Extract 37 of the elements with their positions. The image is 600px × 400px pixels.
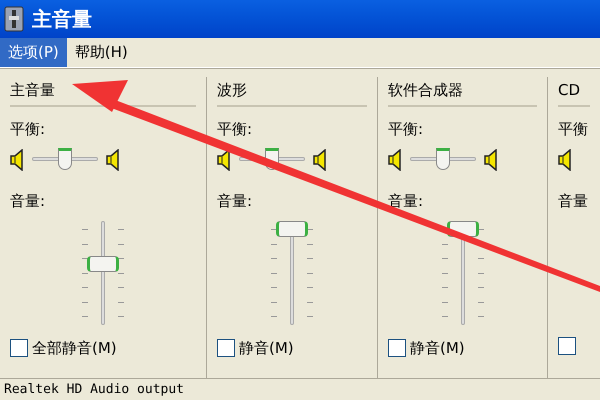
mute-checkbox[interactable] [10,339,28,358]
slider-thumb[interactable] [87,256,119,272]
mute-checkbox[interactable] [217,339,235,358]
slider-thumb[interactable] [436,148,450,170]
balance-label: 平衡: [217,120,252,138]
channel-header: 波形 [217,80,247,100]
mute-checkbox[interactable] [558,337,576,355]
mute-label[interactable]: 全部静音(M) [32,337,117,360]
balance-label: 平衡: [388,120,424,138]
channel-header: 软件合成器 [388,80,463,100]
mute-label[interactable]: 静音(M) [239,337,294,360]
channel-header: CD [558,80,580,100]
channel-header: 主音量 [10,80,55,100]
volume-label: 音量: [388,192,424,210]
slider-thumb[interactable] [276,221,308,237]
speaker-icon [10,149,24,171]
balance-label: 平衡: [10,120,46,138]
speaker-icon [217,149,231,171]
speaker-icon [558,149,572,171]
menu-item[interactable]: 帮助(H) [66,38,136,67]
status-text: Realtek HD Audio output [4,380,184,399]
mute-checkbox[interactable] [388,339,406,358]
window-title: 主音量 [32,6,92,33]
volume-label: 音量 [558,192,588,210]
menu-item[interactable]: 选项(P) [0,38,67,67]
balance-label: 平衡 [558,120,588,138]
speaker-icon [388,149,402,171]
app-icon [4,6,24,32]
balance-slider[interactable] [410,148,476,172]
mute-label[interactable]: 静音(M) [410,337,465,360]
slider-thumb[interactable] [58,148,72,170]
speaker-icon [484,149,498,171]
speaker-icon [106,149,120,171]
balance-slider[interactable] [32,148,98,172]
volume-label: 音量: [10,192,46,210]
speaker-icon [313,149,327,171]
volume-label: 音量: [217,192,252,210]
